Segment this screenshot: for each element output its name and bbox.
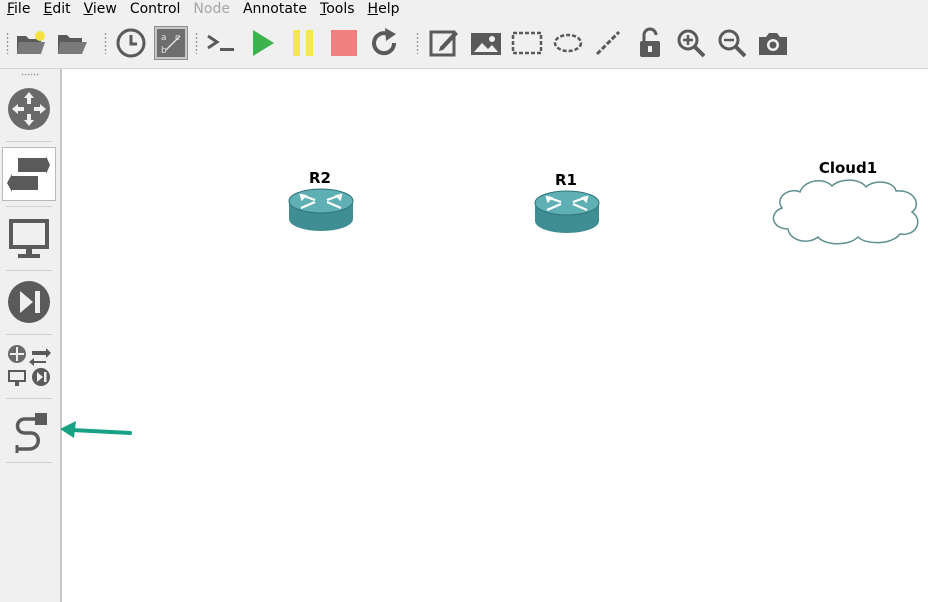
menu-edit-label: dit	[52, 1, 71, 17]
new-project-button[interactable]	[14, 26, 48, 60]
dock-separator	[6, 270, 52, 271]
suspend-icon	[293, 30, 313, 56]
menu-file-label: ile	[14, 1, 31, 17]
show-interface-labels-icon: a c b	[157, 29, 185, 57]
start-icon	[253, 30, 274, 56]
annotation-arrow-icon	[60, 421, 132, 438]
router-r1[interactable]	[533, 189, 601, 239]
browse-all-devices-icon	[8, 345, 51, 386]
menu-bar: File Edit View Control Node Annotate Too…	[0, 0, 928, 20]
add-note-button[interactable]	[427, 26, 461, 60]
browse-security-devices-button[interactable]	[2, 275, 56, 329]
menu-view-label: iew	[92, 1, 117, 17]
device-dock	[0, 69, 62, 602]
node-label-r2[interactable]: R2	[309, 169, 331, 187]
svg-text:a: a	[161, 33, 167, 43]
draw-rectangle-icon	[511, 31, 543, 55]
router-icon	[288, 188, 354, 231]
stop-icon	[331, 30, 357, 56]
show-interface-labels-button[interactable]: a c b	[154, 26, 188, 60]
insert-image-icon	[471, 33, 501, 55]
console-icon	[207, 34, 234, 51]
toolbar-separator	[195, 32, 198, 54]
add-link-icon	[15, 413, 47, 453]
node-label-r1[interactable]: R1	[555, 171, 577, 189]
zoom-in-icon	[677, 29, 706, 58]
browse-switches-icon	[7, 156, 50, 192]
insert-image-button[interactable]	[469, 26, 503, 60]
draw-line-button[interactable]	[591, 26, 625, 60]
toolbar-separator	[104, 32, 107, 54]
menu-control-label: Control	[129, 1, 181, 17]
screenshot-icon	[759, 33, 787, 55]
console-button[interactable]	[204, 26, 238, 60]
snapshot-clock-icon	[116, 28, 146, 58]
dock-separator	[6, 141, 52, 142]
toolbar-grip	[6, 32, 9, 54]
reload-icon	[372, 28, 397, 56]
zoom-in-button[interactable]	[674, 26, 708, 60]
snapshot-button[interactable]	[114, 26, 148, 60]
router-icon	[534, 190, 600, 233]
draw-ellipse-button[interactable]	[551, 26, 585, 60]
dock-separator	[6, 334, 52, 335]
node-label-cloud1[interactable]: Cloud1	[819, 159, 877, 177]
zoom-out-icon	[718, 29, 747, 58]
menu-control[interactable]: Control	[123, 0, 187, 20]
browse-routers-button[interactable]	[2, 82, 56, 136]
open-project-button[interactable]	[55, 26, 89, 60]
menu-tools-label: ools	[326, 1, 355, 17]
zoom-out-button[interactable]	[715, 26, 749, 60]
reload-button[interactable]	[368, 26, 402, 60]
dock-grip	[21, 73, 39, 76]
main-toolbar: a c b	[0, 20, 928, 69]
suspend-button[interactable]	[286, 26, 320, 60]
dock-separator	[6, 206, 52, 207]
browse-routers-icon	[8, 88, 50, 130]
open-project-icon	[58, 35, 87, 54]
screenshot-button[interactable]	[756, 26, 790, 60]
browse-security-devices-icon	[8, 281, 50, 323]
browse-all-devices-button[interactable]	[2, 339, 56, 393]
draw-rectangle-button[interactable]	[510, 26, 544, 60]
menu-file[interactable]: File	[0, 0, 36, 20]
new-project-icon	[17, 31, 45, 54]
lock-icon	[640, 27, 660, 57]
menu-file-mnemonic: F	[7, 1, 15, 17]
menu-view-mnemonic: V	[83, 1, 93, 17]
browse-switches-button[interactable]	[2, 147, 56, 201]
menu-edit[interactable]: Edit	[36, 0, 76, 20]
menu-annotate[interactable]: Annotate	[236, 0, 313, 20]
menu-help-label: elp	[378, 1, 400, 17]
menu-edit-mnemonic: E	[43, 1, 53, 17]
cloud-icon	[772, 179, 919, 245]
start-button[interactable]	[246, 26, 280, 60]
add-link-button[interactable]	[2, 403, 56, 457]
draw-line-icon	[595, 30, 621, 56]
draw-ellipse-icon	[553, 33, 583, 53]
svg-text:b: b	[161, 46, 167, 56]
topology-canvas[interactable]: R2 R1 Cloud1	[60, 69, 928, 602]
toolbar-separator	[416, 32, 419, 54]
add-note-icon	[429, 30, 458, 57]
lock-button[interactable]	[633, 26, 667, 60]
router-r2[interactable]	[287, 187, 355, 237]
menu-help-mnemonic: H	[367, 1, 379, 17]
browse-end-devices-button[interactable]	[2, 211, 56, 265]
menu-help[interactable]: Help	[361, 0, 406, 20]
menu-annotate-label: Annotate	[242, 1, 308, 17]
menu-node-label: Node	[193, 1, 230, 17]
stop-button[interactable]	[327, 26, 361, 60]
menu-view[interactable]: View	[77, 0, 123, 20]
cloud-cloud1[interactable]	[768, 177, 924, 251]
browse-end-devices-icon	[9, 219, 49, 258]
menu-tools[interactable]: Tools	[313, 0, 361, 20]
dock-separator	[6, 398, 52, 399]
menu-node: Node	[186, 0, 236, 20]
dock-separator	[6, 462, 52, 463]
